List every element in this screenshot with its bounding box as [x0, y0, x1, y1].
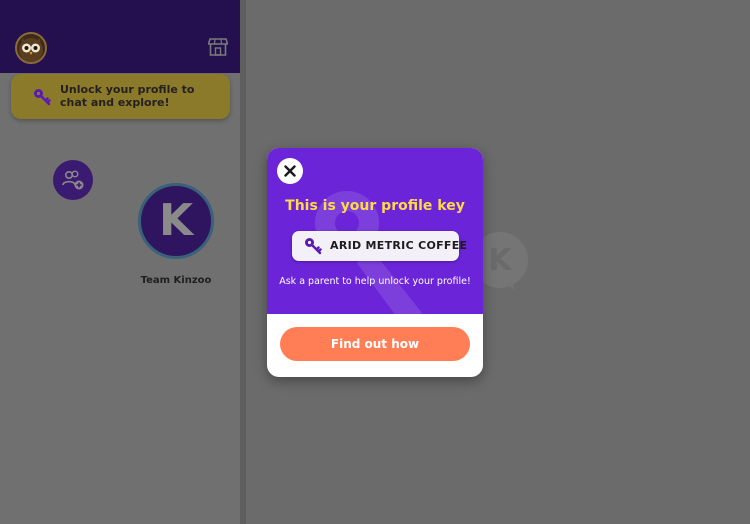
add-contact-icon [62, 170, 84, 190]
find-out-how-button[interactable]: Find out how [280, 327, 470, 361]
modal-header: This is your profile key ARID METRIC COF… [267, 148, 483, 314]
modal-help-text: Ask a parent to help unlock your profile… [279, 276, 471, 287]
modal-title: This is your profile key [285, 198, 465, 214]
close-icon [284, 165, 296, 177]
sidebar-header [0, 0, 240, 73]
store-icon[interactable] [207, 38, 229, 56]
key-icon [304, 237, 322, 255]
contact-team-kinzoo[interactable]: K Team Kinzoo [136, 183, 218, 293]
close-button[interactable] [277, 158, 303, 184]
key-icon [33, 88, 51, 106]
contact-avatar: K [138, 183, 214, 259]
profile-key-pill[interactable]: ARID METRIC COFFEE [292, 231, 467, 261]
unlock-profile-banner[interactable]: Unlock your profile to chat and explore! [11, 74, 230, 119]
contact-initial: K [158, 195, 194, 246]
svg-text:K: K [488, 243, 513, 278]
panel-divider [240, 0, 246, 524]
unlock-banner-text: Unlock your profile to chat and explore! [60, 83, 195, 109]
profile-key-text: ARID METRIC COFFEE [330, 239, 468, 252]
sidebar: Unlock your profile to chat and explore!… [0, 0, 240, 524]
add-contact-button[interactable] [53, 160, 93, 200]
profile-key-modal: This is your profile key ARID METRIC COF… [267, 148, 483, 377]
contact-name: Team Kinzoo [140, 275, 212, 286]
owl-avatar-icon[interactable] [15, 32, 47, 64]
